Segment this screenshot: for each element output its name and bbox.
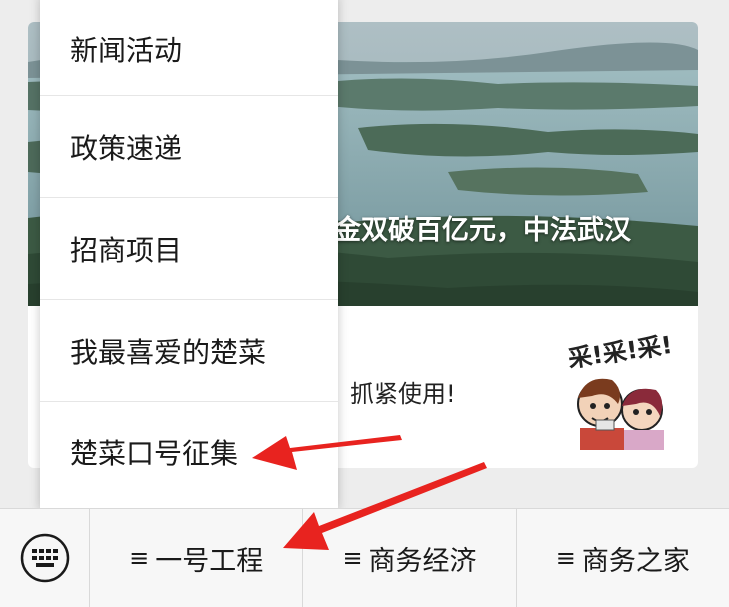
hero-title: 金双破百亿元，中法武汉 [334, 215, 631, 246]
keyboard-toggle-button[interactable] [0, 508, 90, 607]
cartoon-sticker: 采!采!采! [566, 331, 674, 452]
bottom-menu-no1-project[interactable]: ≡ 一号工程 [90, 509, 302, 607]
menu-lines-icon: ≡ [129, 544, 150, 572]
bottom-menu-label: 商务之家 [581, 545, 690, 577]
menu-item-policy-express[interactable]: 政策速递 [40, 96, 338, 198]
promo-text: 抓紧使用! [350, 380, 456, 408]
popup-submenu: 新闻活动 政策速递 招商项目 我最喜爱的楚菜 楚菜口号征集 [40, 0, 338, 508]
bottom-menu-business-home[interactable]: ≡ 商务之家 [515, 508, 729, 607]
screen: 金双破百亿元，中法武汉 抓紧使用! 采!采!采! 新闻活动 政策速递 招商项目 … [0, 0, 729, 607]
menu-item-chu-cuisine-slogan[interactable]: 楚菜口号征集 [40, 402, 338, 502]
menu-item-investment-projects[interactable]: 招商项目 [40, 198, 338, 300]
bottom-menu-bar: ≡ 一号工程 ≡ 商务经济 ≡ 商务之家 [0, 508, 729, 607]
bottom-menu-business-economy[interactable]: ≡ 商务经济 [302, 508, 515, 607]
menu-lines-icon: ≡ [555, 544, 576, 572]
cartoon-girls-icon: 采!采!采! [566, 331, 674, 452]
bottom-menu-label: 一号工程 [155, 545, 264, 577]
menu-item-favorite-chu-cuisine[interactable]: 我最喜爱的楚菜 [40, 300, 338, 402]
menu-item-news-events[interactable]: 新闻活动 [40, 0, 338, 96]
keyboard-icon [20, 533, 69, 583]
bottom-menu-label: 商务经济 [368, 545, 477, 577]
menu-lines-icon: ≡ [342, 544, 363, 572]
